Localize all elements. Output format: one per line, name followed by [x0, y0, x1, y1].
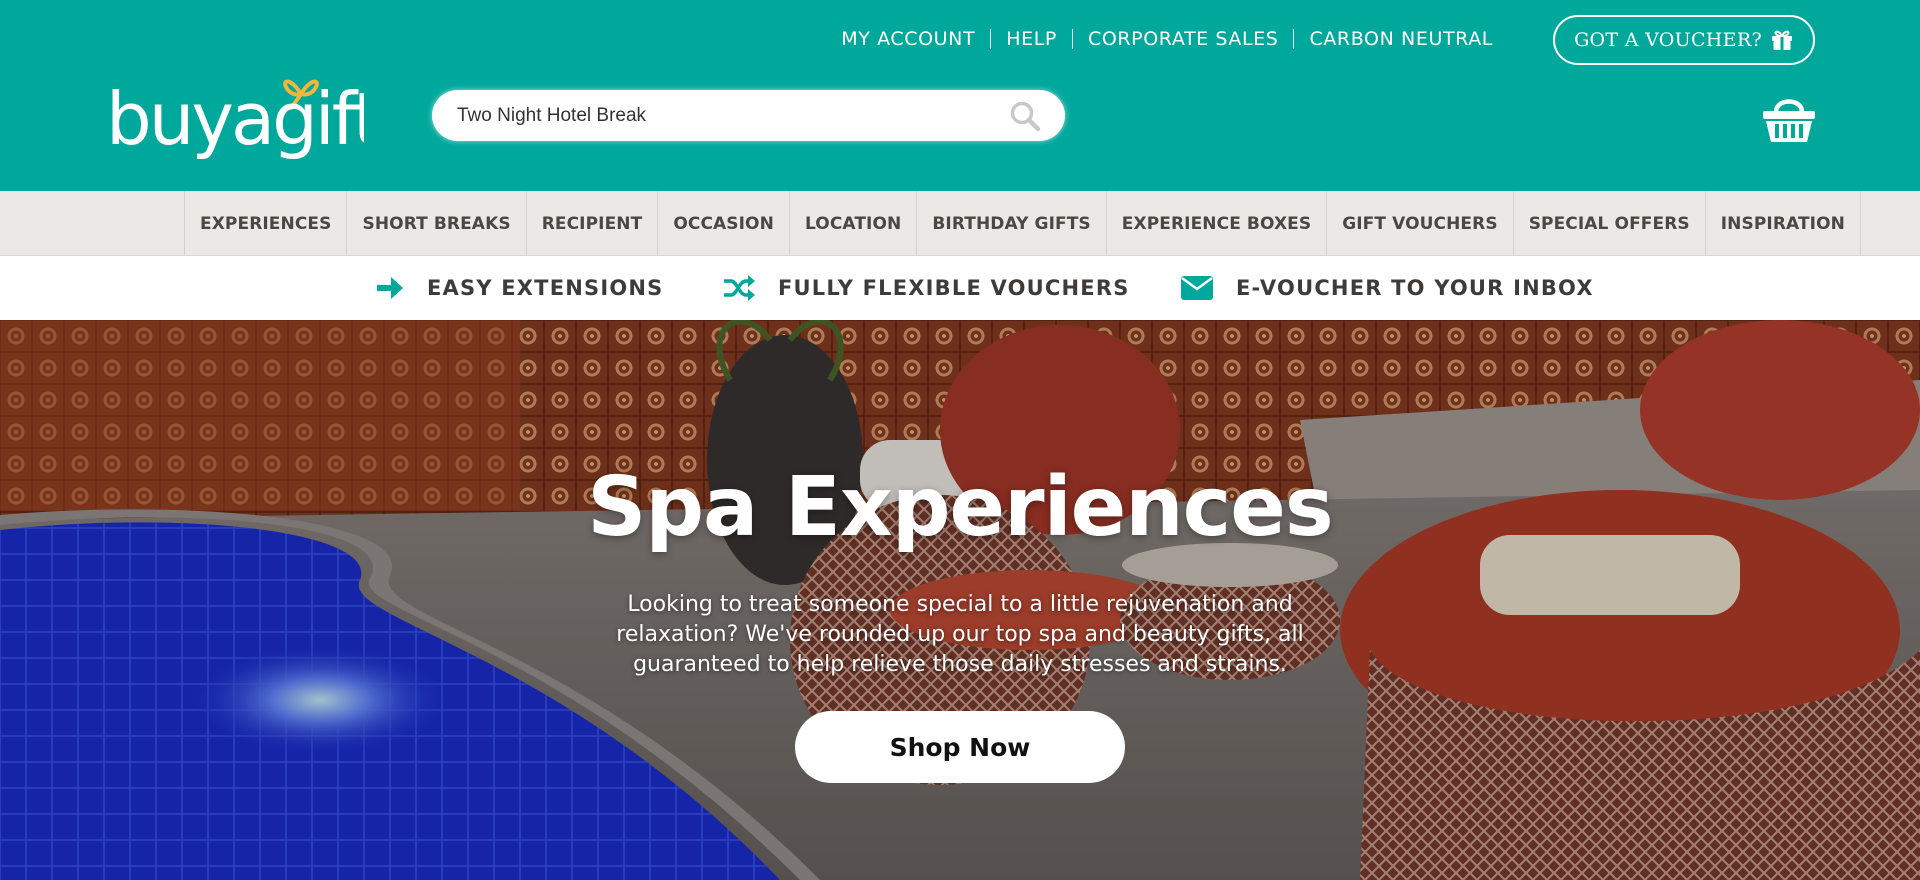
utility-divider — [1071, 29, 1073, 49]
nav-item-occasion[interactable]: OCCASION — [658, 191, 790, 256]
buyagift-logo[interactable]: buyagift — [104, 64, 364, 164]
utility-nav: MY ACCOUNT HELP CORPORATE SALES CARBON N… — [826, 26, 1508, 52]
gift-icon — [1771, 30, 1792, 50]
usp-label: E-VOUCHER TO YOUR INBOX — [1236, 276, 1594, 300]
usp-label: FULLY FLEXIBLE VOUCHERS — [778, 276, 1130, 300]
main-nav: EXPERIENCES SHORT BREAKS RECIPIENT OCCAS… — [0, 191, 1920, 256]
usp-label: EASY EXTENSIONS — [427, 276, 664, 300]
usp-flexible-vouchers: FULLY FLEXIBLE VOUCHERS — [722, 256, 1130, 320]
shop-now-button[interactable]: Shop Now — [795, 711, 1125, 783]
nav-item-location[interactable]: LOCATION — [790, 191, 918, 256]
nav-item-birthday-gifts[interactable]: BIRTHDAY GIFTS — [917, 191, 1107, 256]
nav-item-inspiration[interactable]: INSPIRATION — [1706, 191, 1861, 256]
nav-item-special-offers[interactable]: SPECIAL OFFERS — [1514, 191, 1706, 256]
corporate-sales-link[interactable]: CORPORATE SALES — [1073, 26, 1294, 52]
hero-description: Looking to treat someone special to a li… — [616, 592, 1304, 677]
got-a-voucher-label: GOT A VOUCHER? — [1574, 29, 1762, 51]
nav-item-experiences[interactable]: EXPERIENCES — [185, 191, 348, 256]
utility-divider — [990, 29, 992, 49]
my-account-link[interactable]: MY ACCOUNT — [826, 26, 990, 52]
search-bar — [432, 90, 1065, 141]
nav-item-short-breaks[interactable]: SHORT BREAKS — [347, 191, 527, 256]
carbon-neutral-link[interactable]: CARBON NEUTRAL — [1294, 26, 1508, 52]
got-a-voucher-button[interactable]: GOT A VOUCHER? — [1553, 15, 1815, 65]
search-icon[interactable] — [1009, 100, 1041, 132]
help-link[interactable]: HELP — [991, 26, 1072, 52]
hero-title: Spa Experiences — [587, 460, 1333, 555]
arrow-right-icon — [377, 277, 403, 299]
logo-wordmark: buyagift — [106, 77, 364, 161]
shuffle-icon — [724, 275, 755, 301]
nav-item-recipient[interactable]: RECIPIENT — [527, 191, 659, 256]
search-input[interactable] — [457, 104, 1009, 127]
nav-item-experience-boxes[interactable]: EXPERIENCE BOXES — [1107, 191, 1328, 256]
usp-easy-extensions: EASY EXTENSIONS — [375, 256, 664, 320]
hero-banner: Spa Experiences Looking to treat someone… — [0, 320, 1920, 880]
basket-icon[interactable] — [1762, 94, 1816, 144]
main-nav-list: EXPERIENCES SHORT BREAKS RECIPIENT OCCAS… — [184, 191, 1861, 256]
nav-item-gift-vouchers[interactable]: GIFT VOUCHERS — [1327, 191, 1514, 256]
site-header: MY ACCOUNT HELP CORPORATE SALES CARBON N… — [0, 0, 1920, 191]
usp-e-voucher: E-VOUCHER TO YOUR INBOX — [1180, 256, 1594, 320]
utility-divider — [1293, 29, 1295, 49]
usp-bar: EASY EXTENSIONS FULLY FLEXIBLE VOUCHERS … — [0, 256, 1920, 320]
envelope-icon — [1181, 276, 1213, 300]
